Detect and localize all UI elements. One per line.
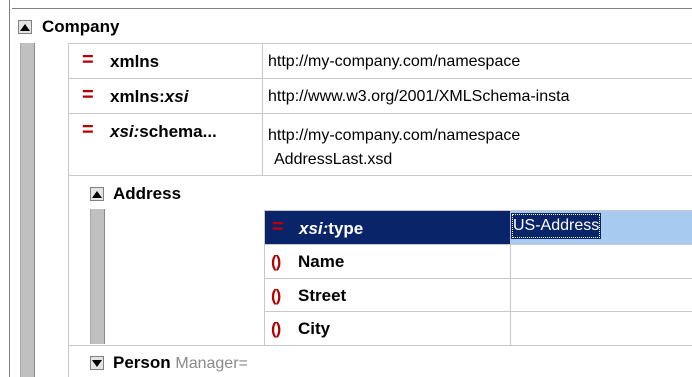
attribute-name-part: xsi: [110,122,140,141]
column-divider [68,43,69,377]
element-name-city[interactable]: City [298,319,330,339]
row-divider [264,244,692,245]
person-element-row[interactable]: Person Manager= [113,353,248,373]
company-element-name[interactable]: Company [42,17,119,37]
element-icon: () [271,286,281,305]
attribute-name-schemalocation[interactable]: xsi:schema... [110,122,217,142]
row-divider [264,311,692,312]
row-divider [68,78,692,79]
attribute-value-schemalocation[interactable]: http://my-company.com/namespace AddressL… [268,123,692,173]
address-level-bar[interactable] [90,209,105,344]
attribute-icon: = [272,216,284,238]
attribute-name-part: xmlns: [110,87,165,106]
element-icon: () [271,252,281,271]
row-divider [68,43,692,44]
company-level-bar[interactable] [20,43,35,377]
outer-left-border [0,0,10,377]
attribute-icon: = [82,49,94,71]
row-divider [68,113,692,114]
person-element-name: Person [113,353,171,372]
row-divider [264,278,692,279]
attribute-value-xmlns-xsi[interactable]: http://www.w3.org/2001/XMLSchema-insta [268,88,692,106]
attribute-name-xmlns-xsi[interactable]: xmlns:xsi [110,87,188,107]
attribute-name-part: xsi [164,87,189,106]
attribute-icon: = [82,84,94,106]
value-line: http://my-company.com/namespace [268,127,521,144]
element-name-name[interactable]: Name [298,252,344,272]
address-element-name[interactable]: Address [113,184,181,204]
attribute-name-xmlns[interactable]: xmlns [110,52,159,72]
value-line: AddressLast.xsd [274,151,393,168]
element-name-street[interactable]: Street [298,286,346,306]
row-divider [68,345,692,346]
row-divider [68,175,692,176]
company-collapse-toggle[interactable] [18,20,32,34]
attribute-name-part: schema... [139,122,217,141]
attribute-name-xsi-type[interactable]: xsi:type [299,219,363,239]
element-icon: () [271,319,281,338]
attribute-icon: = [82,119,94,141]
attribute-name-part: type [328,219,364,238]
attribute-value-xsi-type[interactable]: US-Address [511,213,602,239]
person-expand-toggle[interactable] [90,356,104,370]
top-border [12,8,692,9]
attribute-name-part: xsi: [299,219,329,238]
address-collapse-toggle[interactable] [90,187,104,201]
xml-grid-view: Company = xmlns http://my-company.com/na… [0,0,692,377]
person-attribute-hint: Manager= [175,355,248,372]
attribute-value-xmlns[interactable]: http://my-company.com/namespace [268,53,692,71]
column-divider [262,43,263,175]
